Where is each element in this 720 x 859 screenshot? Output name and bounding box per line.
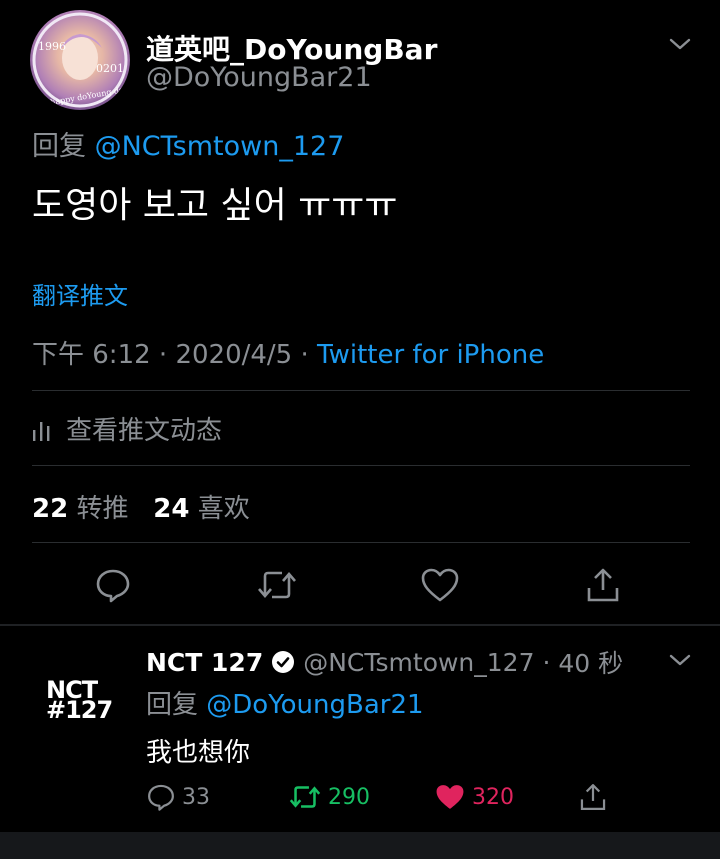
comment-icon	[148, 784, 174, 811]
analytics-icon	[33, 421, 50, 441]
reply-prefix: 回复	[32, 131, 86, 162]
like-count: 24	[153, 494, 190, 524]
share-icon	[580, 784, 606, 810]
like-button[interactable]	[420, 566, 460, 608]
tweet-time: 下午 6:12	[32, 340, 151, 370]
engagement-stats: 22 转推 24 喜欢	[32, 488, 250, 525]
reply-like-button[interactable]: 320	[434, 782, 514, 812]
heart-icon	[421, 568, 459, 602]
translate-tweet-link[interactable]: 翻译推文	[32, 276, 128, 311]
reply-handle[interactable]: @NCTsmtown_127	[303, 648, 534, 677]
bottom-bar	[0, 832, 720, 859]
divider	[32, 465, 690, 466]
reply-context: 回复 @DoYoungBar21	[146, 684, 424, 721]
comment-count: 33	[182, 784, 210, 810]
share-icon	[587, 568, 619, 602]
reply-target-link[interactable]: @DoYoungBar21	[206, 690, 423, 720]
chevron-down-icon[interactable]	[668, 652, 692, 672]
retweet-label: 转推	[76, 494, 129, 524]
reply-context: 回复 @NCTsmtown_127	[32, 124, 344, 163]
tweet-text: 도영아 보고 싶어 ㅠㅠㅠ	[32, 185, 398, 226]
tweet-meta: 下午 6:12 · 2020/4/5 · Twitter for iPhone	[32, 334, 544, 371]
likes-stat[interactable]: 24 喜欢	[153, 494, 249, 524]
reply-retweet-button[interactable]: 290	[288, 782, 370, 812]
share-button[interactable]	[584, 566, 622, 608]
retweets-stat[interactable]: 22 转推	[32, 494, 128, 524]
reply-text: 我也想你	[146, 738, 251, 768]
retweet-count: 22	[32, 494, 69, 524]
retweet-icon	[258, 571, 296, 599]
reply-share-button[interactable]	[578, 782, 614, 812]
reply-header: NCT 127 @NCTsmtown_127 · 40 秒	[146, 644, 623, 680]
reply-prefix: 回复	[146, 690, 199, 720]
reply-time: 40 秒	[558, 649, 624, 678]
heart-filled-icon	[436, 785, 464, 809]
retweet-button[interactable]	[256, 566, 298, 608]
avatar-image: 1996 0201 happy doYoung day	[32, 12, 129, 108]
reply-target-link[interactable]: @NCTsmtown_127	[95, 131, 345, 162]
reply-comment-button[interactable]: 33	[146, 782, 210, 812]
reply-button[interactable]	[94, 566, 132, 608]
logo-line2: #127	[46, 696, 113, 724]
like-count: 320	[472, 784, 514, 810]
avatar-year: 1996	[38, 40, 66, 53]
avatar-date: 0201	[96, 62, 124, 75]
retweet-count: 290	[328, 784, 370, 810]
meta-separator: ·	[534, 647, 559, 677]
tweet-separator	[0, 624, 720, 626]
comment-icon	[96, 569, 130, 603]
avatar[interactable]: 1996 0201 happy doYoung day	[30, 10, 130, 110]
like-label: 喜欢	[197, 494, 250, 524]
tweet-activity-link[interactable]: 查看推文动态	[32, 410, 222, 447]
divider	[32, 390, 690, 391]
chevron-down-icon[interactable]	[668, 36, 692, 56]
reply-avatar[interactable]: NCT #127	[46, 678, 114, 724]
meta-separator: ·	[158, 340, 176, 370]
tweet-source-link[interactable]: Twitter for iPhone	[317, 340, 544, 370]
divider	[32, 542, 690, 543]
meta-separator: ·	[300, 340, 318, 370]
retweet-icon	[289, 786, 321, 808]
activity-label: 查看推文动态	[66, 416, 223, 446]
reply-display-name[interactable]: NCT 127	[146, 648, 263, 677]
user-handle[interactable]: @DoYoungBar21	[146, 62, 372, 93]
verified-icon	[272, 651, 295, 673]
tweet-date: 2020/4/5	[175, 340, 293, 370]
